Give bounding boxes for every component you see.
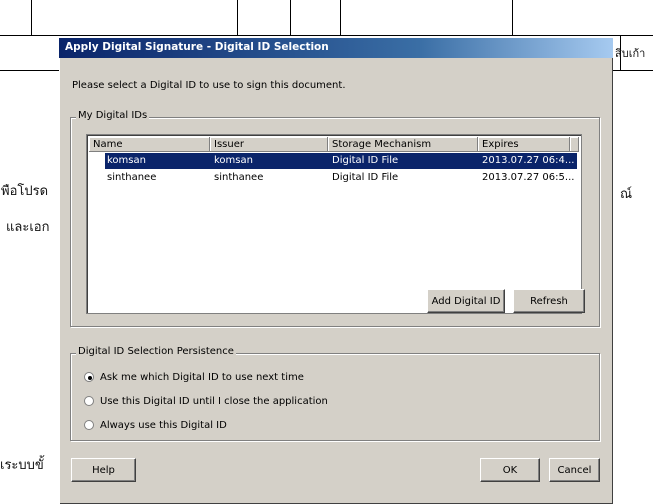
radio-label: Always use this Digital ID	[100, 420, 227, 431]
table-line	[340, 0, 341, 35]
refresh-button[interactable]: Refresh	[513, 289, 585, 313]
document-text: พือโปรด	[1, 184, 49, 199]
cell-name: komsan	[107, 155, 146, 166]
add-digital-id-button[interactable]: Add Digital ID	[427, 289, 505, 313]
document-text: สิบเก้า	[615, 47, 646, 60]
cell-storage: Digital ID File	[332, 172, 399, 183]
column-header-filler	[570, 137, 579, 152]
my-digital-ids-label: My Digital IDs	[76, 110, 150, 121]
column-header-issuer[interactable]: Issuer	[210, 137, 328, 152]
cell-expires: 2013.07.27 06:5...	[482, 172, 574, 183]
table-row[interactable]: komsan komsan Digital ID File 2013.07.27…	[89, 153, 579, 169]
document-text: เระบบขั้	[0, 458, 44, 473]
ok-button[interactable]: OK	[480, 458, 540, 482]
help-button[interactable]: Help	[71, 458, 136, 482]
digital-id-list[interactable]: Name Issuer Storage Mechanism Expires ko…	[86, 134, 582, 314]
digital-id-selection-dialog: Apply Digital Signature - Digital ID Sel…	[59, 38, 613, 504]
table-line	[237, 0, 238, 35]
radio-label: Use this Digital ID until I close the ap…	[100, 396, 328, 407]
document-text: ณ์	[620, 187, 633, 202]
radio-button[interactable]	[84, 420, 94, 430]
column-header-storage[interactable]: Storage Mechanism	[328, 137, 478, 152]
column-header-expires[interactable]: Expires	[478, 137, 570, 152]
dialog-titlebar[interactable]: Apply Digital Signature - Digital ID Sel…	[59, 38, 613, 58]
table-row[interactable]: sinthanee sinthanee Digital ID File 2013…	[89, 170, 579, 186]
cancel-button[interactable]: Cancel	[549, 458, 600, 482]
table-line	[0, 35, 653, 36]
table-line	[290, 0, 291, 35]
cell-expires: 2013.07.27 06:4...	[482, 155, 574, 166]
list-header: Name Issuer Storage Mechanism Expires	[89, 137, 579, 152]
instruction-text: Please select a Digital ID to use to sig…	[72, 80, 346, 91]
dialog-title: Apply Digital Signature - Digital ID Sel…	[65, 41, 329, 53]
radio-button[interactable]	[84, 396, 94, 406]
persistence-group-label: Digital ID Selection Persistence	[76, 346, 236, 357]
column-header-name[interactable]: Name	[89, 137, 210, 152]
table-line	[31, 0, 32, 35]
table-line	[512, 0, 513, 35]
cell-name: sinthanee	[107, 172, 157, 183]
cell-issuer: komsan	[214, 155, 253, 166]
radio-label: Ask me which Digital ID to use next time	[100, 372, 304, 383]
cell-storage: Digital ID File	[332, 155, 399, 166]
cell-issuer: sinthanee	[214, 172, 264, 183]
radio-button[interactable]	[84, 372, 94, 382]
document-text: และเอก	[6, 220, 50, 235]
